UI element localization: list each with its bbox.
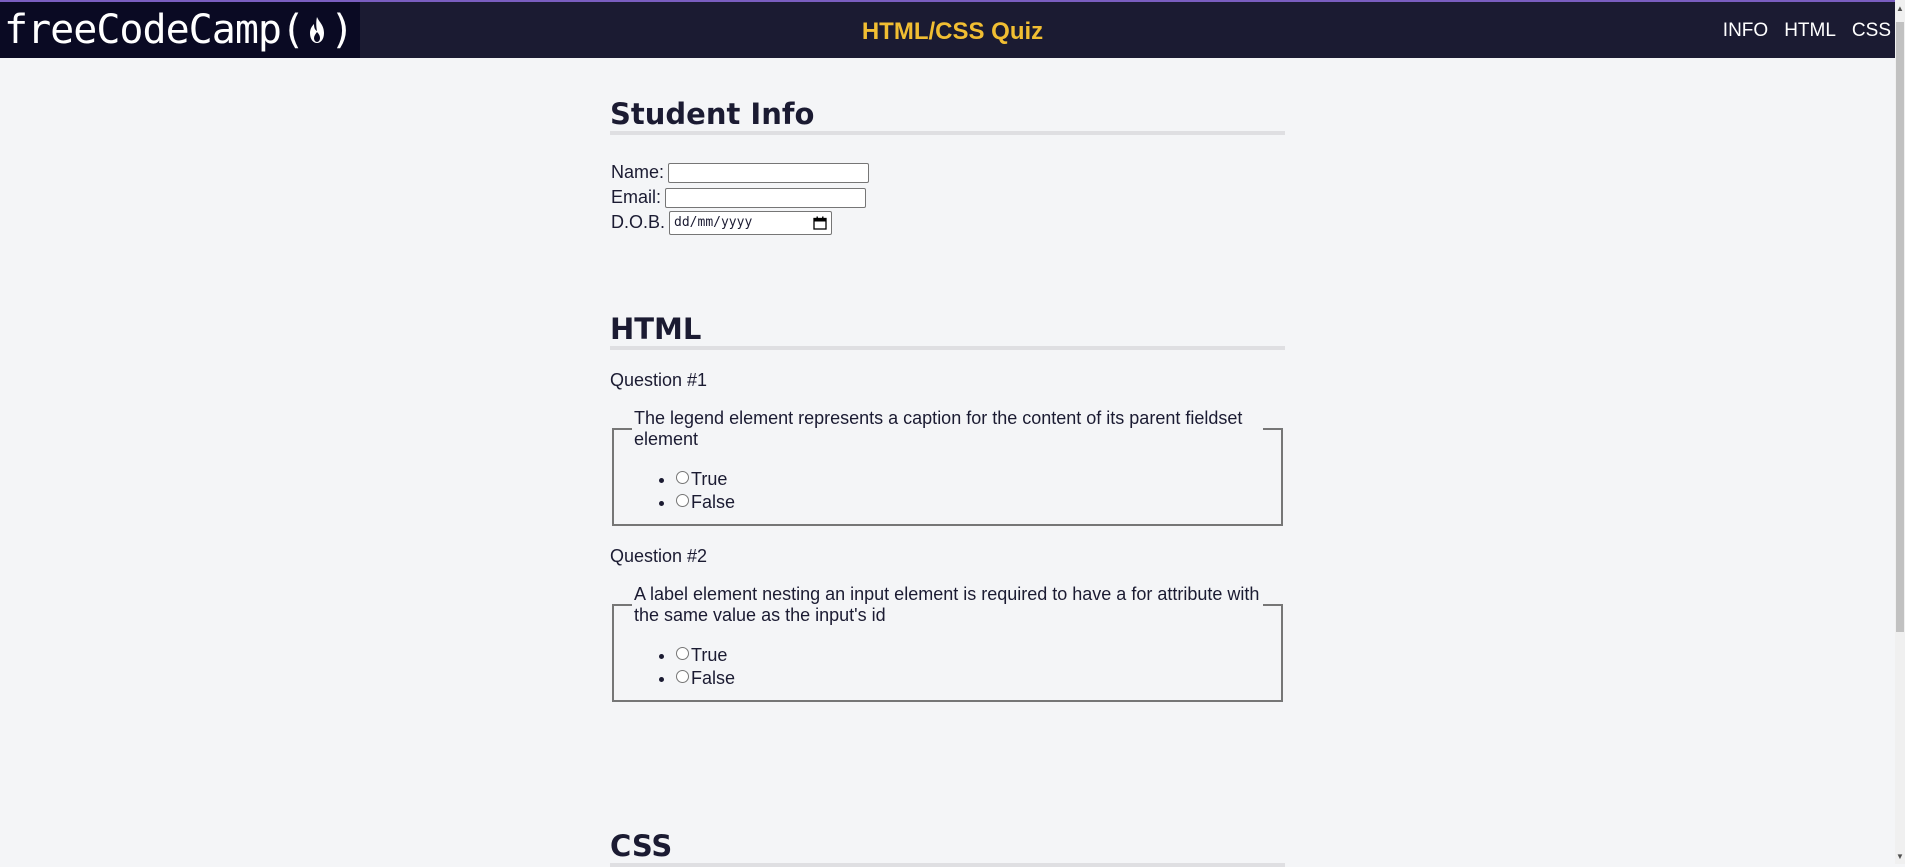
nav-link-css[interactable]: CSS xyxy=(1852,20,1891,42)
question-label: Question #1 xyxy=(610,370,708,391)
html-section: HTML Question #1 The legend element repr… xyxy=(610,312,1285,703)
question-text: A label element nesting an input element… xyxy=(634,584,1260,626)
radio-button[interactable] xyxy=(676,670,689,684)
name-input[interactable] xyxy=(668,162,870,183)
email-row: Email: xyxy=(611,185,1285,210)
radio-button[interactable] xyxy=(676,471,689,485)
question-label: Question #2 xyxy=(610,546,708,567)
email-label: Email: xyxy=(611,187,662,208)
dob-placeholder: dd/mm/yyyy xyxy=(674,215,753,231)
radio-button[interactable] xyxy=(676,494,689,508)
radio-button[interactable] xyxy=(676,647,689,661)
dob-date-input[interactable]: dd/mm/yyyy xyxy=(669,210,833,235)
answer-label[interactable]: False xyxy=(691,668,735,688)
top-nav-bar: freeCodeCamp ( ) HTML/CSS Quiz INFO HTML… xyxy=(0,0,1905,58)
scrollbar-thumb[interactable] xyxy=(1896,22,1904,632)
page-scrollbar[interactable]: ▲ ▼ xyxy=(1895,0,1905,864)
scroll-up-arrow-icon[interactable]: ▲ xyxy=(1896,4,1904,14)
scroll-down-arrow-icon[interactable]: ▼ xyxy=(1896,852,1904,862)
answer-label[interactable]: False xyxy=(691,492,735,512)
calendar-icon[interactable] xyxy=(813,216,827,230)
nav-link-info[interactable]: INFO xyxy=(1723,20,1768,42)
answer-options: True False xyxy=(632,468,1263,514)
student-info-heading: Student Info xyxy=(610,97,1285,136)
answer-options: True False xyxy=(632,644,1263,690)
student-info-fields: Name: Email: D.O.B. dd/mm/yyyy xyxy=(610,160,1285,235)
answer-option: False xyxy=(676,491,1263,514)
dob-row: D.O.B. dd/mm/yyyy xyxy=(611,210,1285,235)
answer-label[interactable]: True xyxy=(691,645,727,665)
name-label: Name: xyxy=(611,162,665,183)
question-fieldset: A label element nesting an input element… xyxy=(612,584,1283,703)
css-heading: CSS xyxy=(610,829,1285,867)
answer-label[interactable]: True xyxy=(691,469,727,489)
question-fieldset: The legend element represents a caption … xyxy=(612,408,1283,527)
nav-link-html[interactable]: HTML xyxy=(1784,20,1836,42)
answer-option: False xyxy=(676,667,1263,690)
page-title: HTML/CSS Quiz xyxy=(861,18,1044,45)
dob-label: D.O.B. xyxy=(611,212,666,233)
answer-option: True xyxy=(676,644,1263,667)
css-section: CSS xyxy=(610,829,1285,867)
question-text: The legend element represents a caption … xyxy=(634,408,1243,450)
top-nav-links: INFO HTML CSS xyxy=(1723,20,1891,42)
student-info-section: Student Info Name: Email: D.O.B. dd/mm/y… xyxy=(610,97,1285,235)
name-row: Name: xyxy=(611,160,1285,185)
email-input[interactable] xyxy=(665,187,867,208)
answer-option: True xyxy=(676,468,1263,491)
html-heading: HTML xyxy=(610,312,1285,351)
